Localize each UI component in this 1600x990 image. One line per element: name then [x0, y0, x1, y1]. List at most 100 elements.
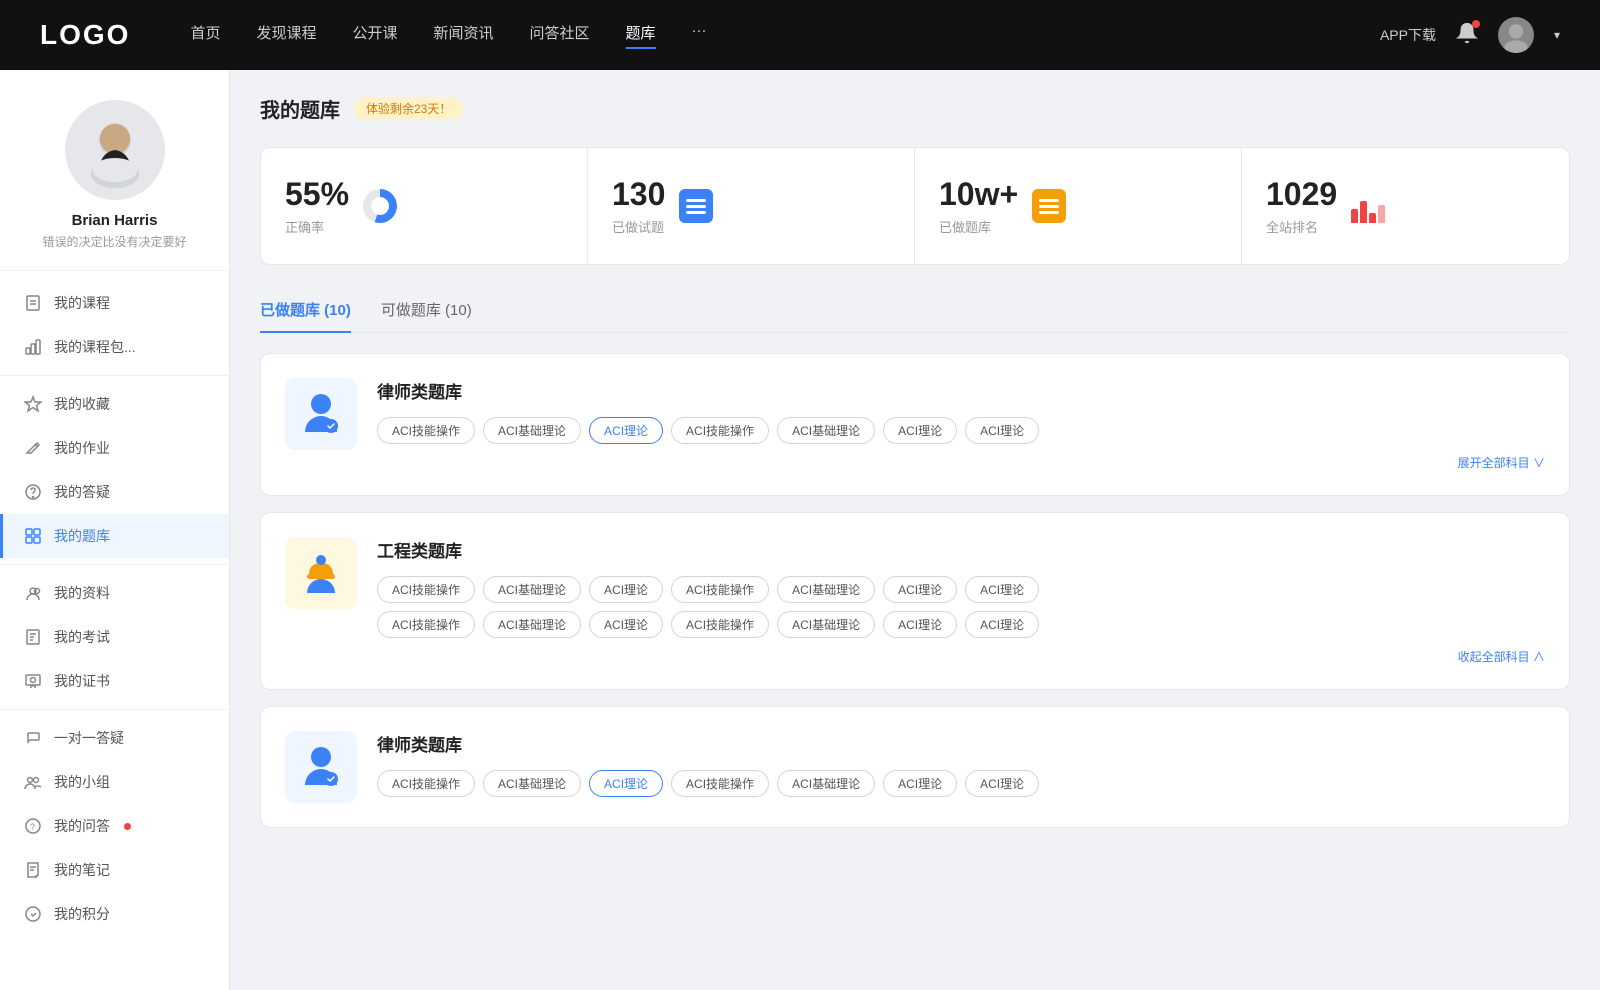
nav-discover[interactable]: 发现课程: [256, 22, 316, 49]
expand-link-lawyer-1[interactable]: 展开全部科目 ∨: [377, 454, 1545, 471]
layout: Brian Harris 错误的决定比没有决定要好 我的课程 我的课程包...: [0, 70, 1600, 990]
tag[interactable]: ACI技能操作: [671, 611, 769, 638]
nav-more[interactable]: ···: [692, 22, 707, 49]
tag-active[interactable]: ACI理论: [589, 770, 663, 797]
stat-accuracy: 55% 正确率: [261, 148, 588, 264]
qbank-title-lawyer-2: 律师类题库: [377, 731, 1545, 756]
sidebar-item-one-on-one[interactable]: 一对一答疑: [0, 716, 229, 760]
qbank-title-lawyer-1: 律师类题库: [377, 378, 1545, 403]
nav-links: 首页 发现课程 公开课 新闻资讯 问答社区 题库 ···: [190, 22, 1380, 49]
sidebar-item-qbank[interactable]: 我的题库: [0, 514, 229, 558]
tab-done[interactable]: 已做题库 (10): [260, 289, 351, 332]
engineer-icon: [295, 547, 347, 599]
sidebar-label-qa: 我的答疑: [54, 482, 110, 502]
sidebar-item-packages[interactable]: 我的课程包...: [0, 325, 229, 369]
sidebar-item-points[interactable]: 我的积分: [0, 892, 229, 936]
tag[interactable]: ACI技能操作: [671, 576, 769, 603]
sidebar-label-group: 我的小组: [54, 772, 110, 792]
divider-2: [0, 564, 229, 565]
tag[interactable]: ACI基础理论: [483, 611, 581, 638]
qbank-card-inner-engineer: 工程类题库 ACI技能操作 ACI基础理论 ACI理论 ACI技能操作 ACI基…: [285, 537, 1545, 665]
qa-badge: [124, 823, 131, 830]
tag[interactable]: ACI基础理论: [483, 576, 581, 603]
profile-name: Brian Harris: [20, 212, 209, 229]
tag[interactable]: ACI技能操作: [671, 417, 769, 444]
tag[interactable]: ACI理论: [965, 576, 1039, 603]
sidebar-label-certificate: 我的证书: [54, 671, 110, 691]
sidebar-label-notes: 我的笔记: [54, 860, 110, 880]
sidebar-label-exam: 我的考试: [54, 627, 110, 647]
tag[interactable]: ACI基础理论: [483, 770, 581, 797]
svg-text:?: ?: [30, 822, 35, 832]
sidebar-item-homework[interactable]: 我的作业: [0, 426, 229, 470]
sidebar-label-qbank: 我的题库: [54, 526, 110, 546]
app-download-link[interactable]: APP下载: [1380, 25, 1436, 45]
sidebar-item-exam[interactable]: 我的考试: [0, 615, 229, 659]
nav-home[interactable]: 首页: [190, 22, 220, 49]
user-menu-chevron[interactable]: ▾: [1554, 28, 1560, 42]
nav-qbank[interactable]: 题库: [626, 22, 656, 49]
tag[interactable]: ACI技能操作: [377, 417, 475, 444]
tag[interactable]: ACI理论: [883, 770, 957, 797]
qbank-title-engineer: 工程类题库: [377, 537, 1545, 562]
sidebar-item-favorites[interactable]: 我的收藏: [0, 382, 229, 426]
tags-row-engineer-1: ACI技能操作 ACI基础理论 ACI理论 ACI技能操作 ACI基础理论 AC…: [377, 576, 1545, 603]
qbank-content-engineer: 工程类题库 ACI技能操作 ACI基础理论 ACI理论 ACI技能操作 ACI基…: [377, 537, 1545, 665]
divider-1: [0, 375, 229, 376]
sidebar-item-courses[interactable]: 我的课程: [0, 281, 229, 325]
sidebar-item-notes[interactable]: 我的笔记: [0, 848, 229, 892]
rank-bar-icon: [1351, 189, 1385, 223]
stat-value-accuracy: 55% 正确率: [285, 176, 349, 236]
page-title: 我的题库: [260, 94, 340, 123]
done-banks-icon: [1032, 189, 1066, 223]
nav-open[interactable]: 公开课: [352, 22, 397, 49]
tabs: 已做题库 (10) 可做题库 (10): [260, 289, 1570, 333]
accuracy-pie-icon: [363, 189, 397, 223]
collapse-link-engineer[interactable]: 收起全部科目 ∧: [377, 648, 1545, 665]
tag[interactable]: ACI理论: [883, 611, 957, 638]
tag[interactable]: ACI技能操作: [377, 611, 475, 638]
tag[interactable]: ACI理论: [883, 576, 957, 603]
tag[interactable]: ACI技能操作: [377, 576, 475, 603]
tag-active[interactable]: ACI理论: [589, 417, 663, 444]
stat-done-questions: 130 已做试题: [588, 148, 915, 264]
sidebar-item-profile[interactable]: 我的资料: [0, 571, 229, 615]
tag[interactable]: ACI理论: [965, 611, 1039, 638]
tag[interactable]: ACI理论: [589, 611, 663, 638]
tags-row-lawyer-2: ACI技能操作 ACI基础理论 ACI理论 ACI技能操作 ACI基础理论 AC…: [377, 770, 1545, 797]
sidebar-menu: 我的课程 我的课程包... 我的收藏: [0, 271, 229, 946]
sidebar-item-certificate[interactable]: 我的证书: [0, 659, 229, 703]
avatar[interactable]: [1498, 17, 1534, 53]
qbank-content-lawyer-2: 律师类题库 ACI技能操作 ACI基础理论 ACI理论 ACI技能操作 ACI基…: [377, 731, 1545, 803]
sidebar-label-points: 我的积分: [54, 904, 110, 924]
nav-qa[interactable]: 问答社区: [530, 22, 590, 49]
tag[interactable]: ACI基础理论: [777, 770, 875, 797]
sidebar-label-one-on-one: 一对一答疑: [54, 728, 124, 748]
profile-motto: 错误的决定比没有决定要好: [20, 233, 209, 250]
notification-bell[interactable]: [1456, 22, 1478, 49]
sidebar-label-packages: 我的课程包...: [54, 337, 136, 357]
sidebar-item-qa2[interactable]: ? 我的问答: [0, 804, 229, 848]
sidebar-label-qa2: 我的问答: [54, 816, 110, 836]
stats-row: 55% 正确率 130 已做试题 10w+ 已做题库: [260, 147, 1570, 265]
done-questions-icon: [679, 189, 713, 223]
page-header: 我的题库 体验剩余23天！: [260, 94, 1570, 123]
stat-value-questions: 130 已做试题: [612, 176, 665, 236]
tag[interactable]: ACI基础理论: [777, 611, 875, 638]
tag[interactable]: ACI技能操作: [377, 770, 475, 797]
tag[interactable]: ACI理论: [965, 770, 1039, 797]
profile-avatar: [65, 100, 165, 200]
tag[interactable]: ACI基础理论: [483, 417, 581, 444]
tag[interactable]: ACI理论: [883, 417, 957, 444]
tag[interactable]: ACI理论: [965, 417, 1039, 444]
sidebar-item-group[interactable]: 我的小组: [0, 760, 229, 804]
tag[interactable]: ACI理论: [589, 576, 663, 603]
qbank-card-engineer: 工程类题库 ACI技能操作 ACI基础理论 ACI理论 ACI技能操作 ACI基…: [260, 512, 1570, 690]
tag[interactable]: ACI基础理论: [777, 417, 875, 444]
tab-todo[interactable]: 可做题库 (10): [381, 289, 472, 332]
tag[interactable]: ACI基础理论: [777, 576, 875, 603]
engineer-icon-wrap: [285, 537, 357, 609]
sidebar-item-qa[interactable]: 我的答疑: [0, 470, 229, 514]
nav-news[interactable]: 新闻资讯: [434, 22, 494, 49]
tag[interactable]: ACI技能操作: [671, 770, 769, 797]
